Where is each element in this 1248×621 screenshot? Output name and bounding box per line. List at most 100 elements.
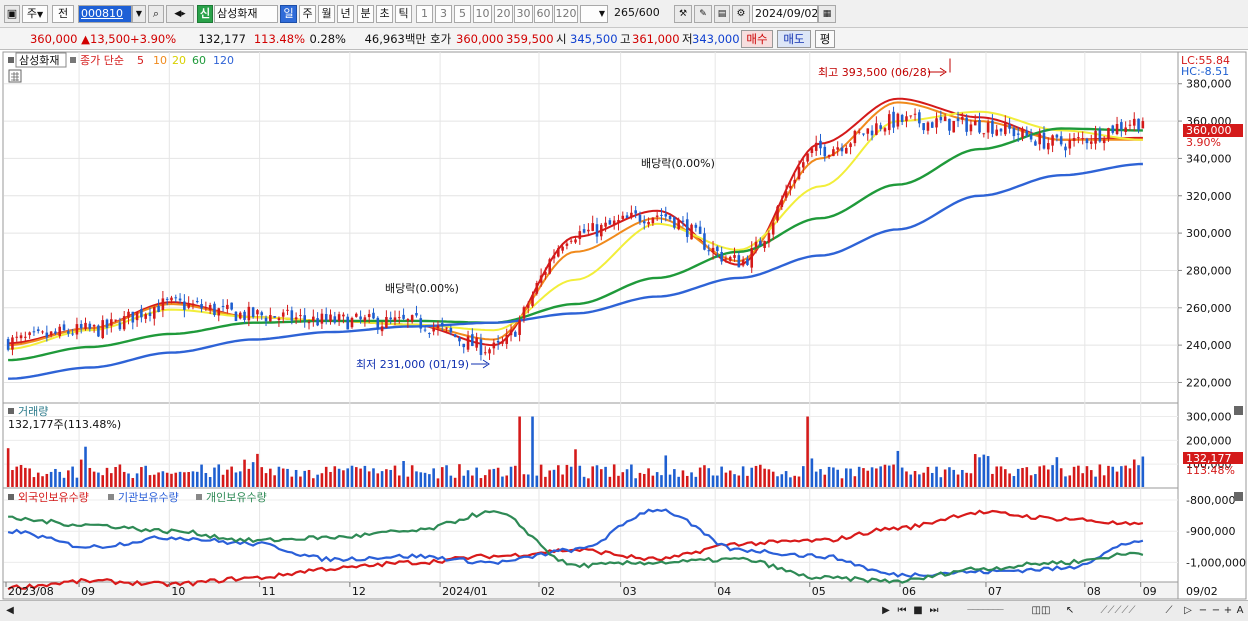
interval-10[interactable]: 10	[473, 5, 492, 23]
tab-yearly[interactable]: 년	[337, 5, 354, 23]
scroll-left-icon[interactable]: ◀	[4, 604, 16, 619]
volume-bar	[144, 465, 147, 487]
volume-bar	[548, 470, 552, 487]
search-icon[interactable]: ⌕	[148, 5, 164, 23]
horizontal-scrollbar[interactable]: ◀ ▶ ⏮ ■ ⏭ ─────── ◫◫ ↖ ⟋⟋⟋⟋⟋ ⟋ ▷ − − + A	[0, 600, 1248, 621]
volume-bar	[612, 464, 616, 487]
tab-minute[interactable]: 분	[357, 5, 374, 23]
gear-icon[interactable]: ⚙	[732, 5, 750, 23]
holdings-panel-close-icon[interactable]	[1234, 492, 1243, 501]
volume-bar	[965, 472, 968, 487]
candle-body	[939, 116, 943, 121]
trend-line-icon[interactable]: ⟋	[1160, 604, 1178, 619]
volume-menu-icon[interactable]	[8, 408, 14, 414]
sell-button[interactable]: 매도	[777, 30, 811, 48]
volume-bar	[243, 459, 246, 487]
stock-code-input[interactable]: 000810	[78, 5, 132, 23]
date-input[interactable]: 2024/09/02	[752, 5, 818, 23]
tab-weekly[interactable]: 주	[299, 5, 316, 23]
panel-menu-icon[interactable]	[8, 57, 14, 63]
volume-bar	[428, 474, 431, 487]
evaluate-button[interactable]: 평	[815, 30, 835, 48]
volume-bar	[260, 467, 264, 487]
candle-body	[6, 339, 10, 350]
buy-button[interactable]: 매수	[741, 30, 773, 48]
chart-settings-icon[interactable]: ⚒	[674, 5, 692, 23]
period-select[interactable]: 주▼	[22, 5, 48, 23]
volume-bar	[638, 472, 642, 487]
calendar-icon[interactable]: ▦	[818, 5, 836, 23]
candle-body	[316, 318, 319, 326]
stock-chart[interactable]: 220,000 240,000 260,000 280,000 300,000 320,0…	[0, 50, 1248, 600]
drawing-tools-icons[interactable]: ⟋⟋⟋⟋⟋	[1078, 604, 1158, 619]
zoom-out-small-icon[interactable]: −	[1210, 604, 1222, 619]
stop-icon[interactable]: ■	[912, 604, 924, 619]
cursor-tool-icon[interactable]: ↖	[1062, 604, 1078, 619]
candle-body	[574, 239, 577, 243]
interval-20[interactable]: 20	[494, 5, 513, 23]
zoom-out-icon[interactable]: −	[1197, 604, 1209, 619]
candle-body	[930, 122, 934, 128]
candle-body	[187, 303, 190, 308]
candle-body	[230, 302, 233, 310]
draw-tool-icon[interactable]: ✎	[694, 5, 712, 23]
interval-1[interactable]: 1	[416, 5, 433, 23]
volume-bar	[759, 464, 762, 487]
holdings-menu-icon[interactable]	[8, 494, 14, 500]
sound-icon[interactable]: ◀▸	[166, 5, 194, 23]
candle-body	[114, 319, 117, 321]
candle-body	[668, 215, 672, 220]
volume-bar	[466, 470, 470, 487]
scroll-right-icon[interactable]: ▶	[880, 604, 892, 619]
fit-left-icon[interactable]: ▷	[1181, 604, 1195, 619]
tab-monthly[interactable]: 월	[318, 5, 335, 23]
tab-tick[interactable]: 틱	[395, 5, 412, 23]
interval-120[interactable]: 120	[554, 5, 578, 23]
tab-daily[interactable]: 일	[280, 5, 297, 23]
zoom-in-icon[interactable]: +	[1222, 604, 1234, 619]
stock-name-field[interactable]: 삼성화재	[214, 5, 278, 23]
rewind-icon[interactable]: ⏮	[895, 604, 909, 619]
candle-body	[866, 128, 870, 134]
volume-bar	[642, 473, 646, 487]
candle-body	[88, 323, 92, 329]
candle-body	[505, 334, 509, 344]
candle-body	[122, 316, 126, 330]
fast-forward-icon[interactable]: ⏭	[927, 604, 941, 619]
volume-bar	[110, 473, 113, 487]
window-icon[interactable]: ▣	[4, 5, 20, 23]
volume-bar	[1102, 475, 1106, 487]
volume-bar	[776, 476, 779, 487]
candle-body	[1141, 121, 1145, 129]
candle-body	[892, 111, 895, 128]
volume-bar	[591, 466, 594, 487]
volume-bar	[312, 478, 315, 487]
interval-3[interactable]: 3	[435, 5, 452, 23]
prev-button[interactable]: 전	[52, 5, 74, 23]
zoom-track[interactable]: ───────	[948, 604, 1022, 619]
candle-body	[92, 325, 96, 327]
code-dropdown-icon[interactable]: ▼	[132, 5, 146, 23]
volume-bar	[526, 474, 530, 487]
candle-body	[771, 222, 775, 235]
view-mode-icons[interactable]: ◫◫	[1025, 604, 1057, 619]
candle-body	[337, 314, 341, 321]
volume-bar	[84, 446, 87, 487]
interval-5[interactable]: 5	[454, 5, 471, 23]
volume-bar	[819, 469, 822, 487]
interval-30[interactable]: 30	[514, 5, 533, 23]
candle-body	[797, 167, 801, 180]
font-size-icon[interactable]: A	[1234, 604, 1246, 619]
tab-second[interactable]: 초	[376, 5, 393, 23]
interval-dropdown[interactable]: ▼	[580, 5, 608, 23]
candle-body	[75, 324, 79, 335]
candle-body	[1025, 130, 1029, 136]
count-value: 265	[614, 6, 635, 19]
volume-bar	[367, 471, 371, 487]
candle-body	[247, 306, 251, 321]
volume-tag-pct: 113.48%	[1186, 464, 1235, 477]
price-tick-label: 280,000	[1186, 264, 1232, 277]
interval-60[interactable]: 60	[534, 5, 553, 23]
volume-panel-close-icon[interactable]	[1234, 406, 1243, 415]
save-icon[interactable]: ▤	[714, 5, 730, 23]
